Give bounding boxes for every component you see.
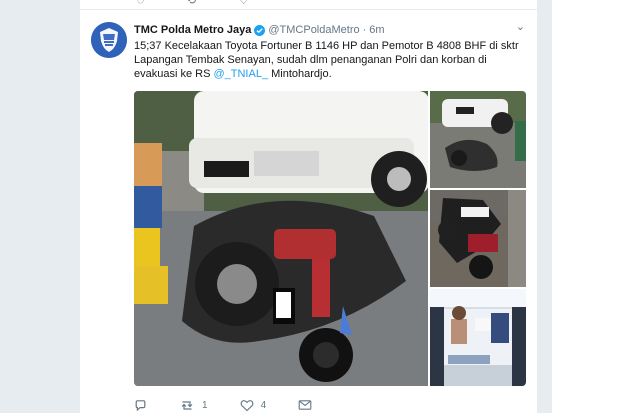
like-count: 4 xyxy=(260,399,267,411)
photo-ambulance[interactable] xyxy=(430,289,526,386)
media-grid xyxy=(134,91,526,386)
right-sidebar-gap xyxy=(552,0,620,413)
envelope-icon xyxy=(298,399,312,411)
avatar[interactable] xyxy=(91,22,127,58)
tweet-text-segment: evakuasi ke RS xyxy=(134,68,214,80)
tweet-text-line: 15;37 Kecelakaan Toyota Fortuner B 1146 … xyxy=(134,40,519,52)
dm-button[interactable] xyxy=(298,399,312,411)
retweet-count: 1 xyxy=(202,399,208,411)
chevron-down-icon[interactable]: ⌄ xyxy=(516,20,525,33)
tweet-divider xyxy=(80,9,537,10)
photo-motorcycle[interactable] xyxy=(430,190,526,287)
tweet-text: 15;37 Kecelakaan Toyota Fortuner B 1146 … xyxy=(134,39,526,81)
previous-tweet-actions: ◌ ⟲ ♡ xyxy=(137,0,249,7)
reply-icon xyxy=(134,399,147,412)
previous-retweet-icon[interactable]: ⟲ xyxy=(186,0,196,7)
author-name[interactable]: TMC Polda Metro Jaya xyxy=(134,23,251,37)
tweet-text-segment: Mintohardjo. xyxy=(268,68,332,80)
retweet-button[interactable]: 1 xyxy=(179,399,208,412)
like-button[interactable]: 4 xyxy=(240,399,267,412)
tweet-timestamp[interactable]: 6m xyxy=(369,23,384,37)
tweet-header: TMC Polda Metro Jaya @TMCPoldaMetro · 6m xyxy=(134,23,385,37)
tweet-card[interactable]: ◌ ⟲ ♡ TMC Polda Metro Jaya @TMCPoldaMetr… xyxy=(79,0,538,413)
tweet-actions: 1 4 xyxy=(134,397,344,413)
main-photo[interactable] xyxy=(134,91,428,386)
author-handle[interactable]: @TMCPoldaMetro xyxy=(268,23,359,37)
time-separator: · xyxy=(362,24,367,36)
photo-vehicle-close[interactable] xyxy=(430,91,526,188)
tweet-text-line: Lapangan Tembak Senayan, sudah dlm penan… xyxy=(134,54,487,66)
verified-badge-icon xyxy=(254,24,266,36)
mention-link[interactable]: @_TNIAL_ xyxy=(213,68,268,80)
previous-like-icon[interactable]: ♡ xyxy=(238,0,249,7)
previous-reply-icon[interactable]: ◌ xyxy=(137,0,144,7)
retweet-icon xyxy=(179,399,195,412)
tweet-text-line: evakuasi ke RS @_TNIAL_ Mintohardjo. xyxy=(134,67,526,81)
reply-button[interactable] xyxy=(134,399,147,412)
heart-icon xyxy=(240,399,254,412)
